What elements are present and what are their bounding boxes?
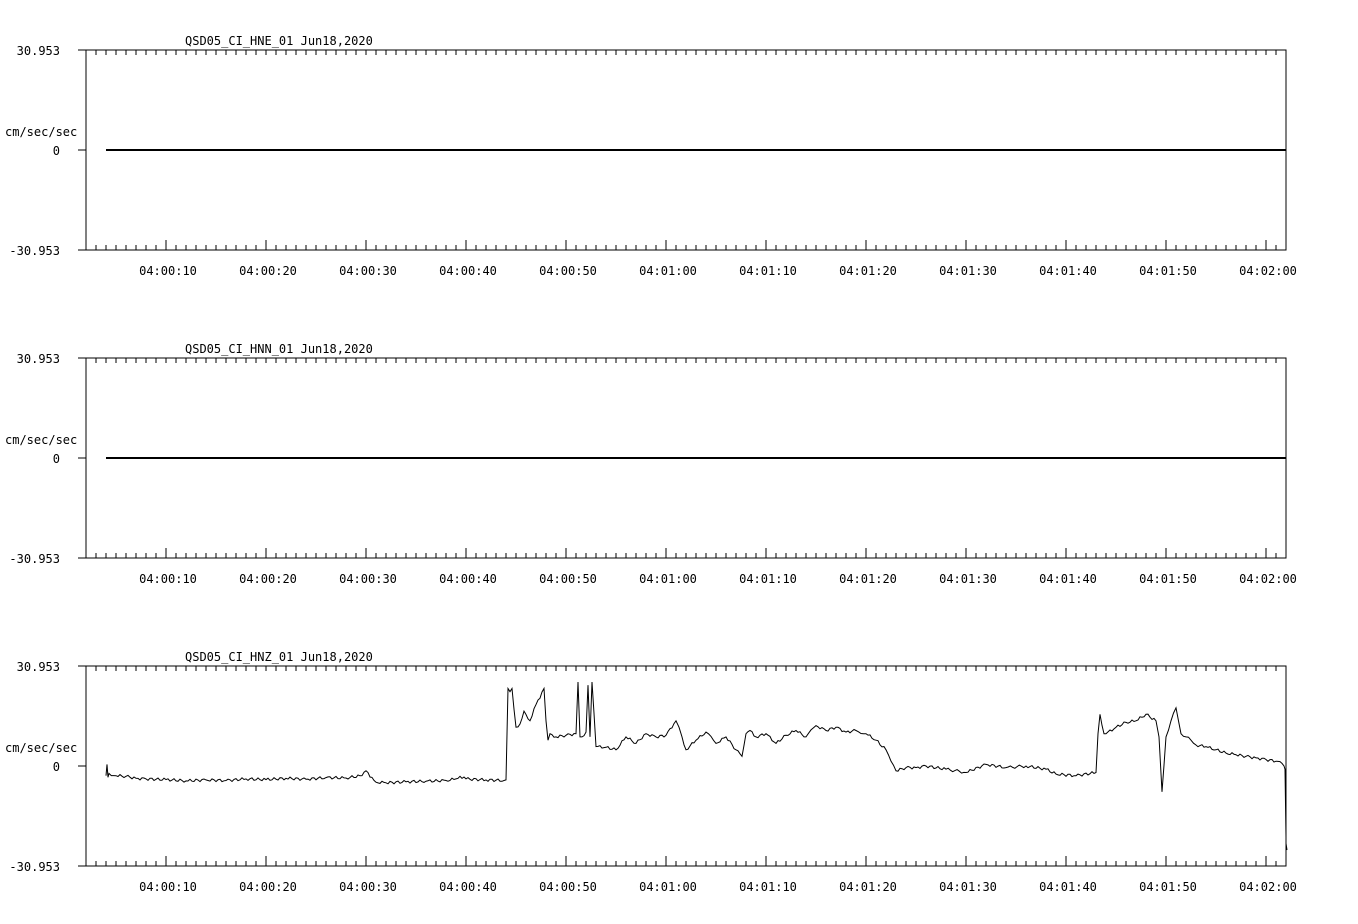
x-tick-label: 04:00:50 [539,264,597,278]
panel-title: QSD05_CI_HNN_01 Jun18,2020 [185,342,373,356]
y-axis-label: cm/sec/sec [5,125,77,139]
x-tick-label: 04:00:40 [439,264,497,278]
panel-1: QSD05_CI_HNE_01 Jun18,2020 cm/sec/sec 30.9… [5,34,1297,278]
x-tick-label: 04:01:40 [1039,880,1097,894]
x-tick-label: 04:00:50 [539,572,597,586]
x-tick-label: 04:00:30 [339,572,397,586]
x-tick-label: 04:00:40 [439,572,497,586]
y-tick-label: 30.953 [17,44,60,58]
x-tick-label: 04:00:10 [139,264,197,278]
y-axis-label: cm/sec/sec [5,433,77,447]
panel-3: QSD05_CI_HNZ_01 Jun18,2020 cm/sec/sec 30.9… [5,650,1297,894]
x-tick-label: 04:00:30 [339,264,397,278]
x-tick-label: 04:01:30 [939,264,997,278]
x-tick-label: 04:00:50 [539,880,597,894]
x-tick-label: 04:02:00 [1239,264,1297,278]
y-axis-label: cm/sec/sec [5,741,77,755]
x-tick-label: 04:00:20 [239,880,297,894]
x-tick-label: 04:00:40 [439,880,497,894]
x-tick-label: 04:02:00 [1239,880,1297,894]
x-tick-label: 04:01:30 [939,880,997,894]
x-tick-label: 04:00:10 [139,880,197,894]
seismogram-figure: QSD05_CI_HNE_01 Jun18,2020 cm/sec/sec 30.9… [5,34,1297,894]
x-tick-label: 04:01:00 [639,264,697,278]
x-tick-label: 04:00:20 [239,264,297,278]
plot-frame [85,665,1287,867]
x-tick-label: 04:01:50 [1139,572,1197,586]
x-tick-label: 04:01:20 [839,880,897,894]
x-tick-label: 04:01:50 [1139,264,1197,278]
x-tick-label: 04:01:40 [1039,572,1097,586]
x-tick-label: 04:01:10 [739,880,797,894]
waveform-trace [105,681,1288,851]
x-tick-label: 04:02:00 [1239,572,1297,586]
x-tick-label: 04:01:10 [739,572,797,586]
panel-2: QSD05_CI_HNN_01 Jun18,2020 cm/sec/sec 30.9… [5,342,1297,586]
x-tick-label: 04:00:20 [239,572,297,586]
x-tick-label: 04:01:10 [739,264,797,278]
x-tick-label: 04:01:20 [839,264,897,278]
x-tick-label: 04:00:10 [139,572,197,586]
y-tick-label: -30.953 [9,244,60,258]
y-tick-label: 30.953 [17,660,60,674]
panel-title: QSD05_CI_HNZ_01 Jun18,2020 [185,650,373,664]
y-tick-label: 30.953 [17,352,60,366]
y-tick-label: 0 [53,760,60,774]
x-tick-label: 04:01:00 [639,880,697,894]
x-tick-label: 04:01:30 [939,572,997,586]
panel-title: QSD05_CI_HNE_01 Jun18,2020 [185,34,373,48]
y-tick-label: -30.953 [9,860,60,874]
x-tick-label: 04:01:00 [639,572,697,586]
y-tick-label: 0 [53,452,60,466]
x-tick-label: 04:01:50 [1139,880,1197,894]
y-tick-label: 0 [53,144,60,158]
x-tick-label: 04:00:30 [339,880,397,894]
y-tick-label: -30.953 [9,552,60,566]
x-tick-label: 04:01:20 [839,572,897,586]
x-tick-label: 04:01:40 [1039,264,1097,278]
